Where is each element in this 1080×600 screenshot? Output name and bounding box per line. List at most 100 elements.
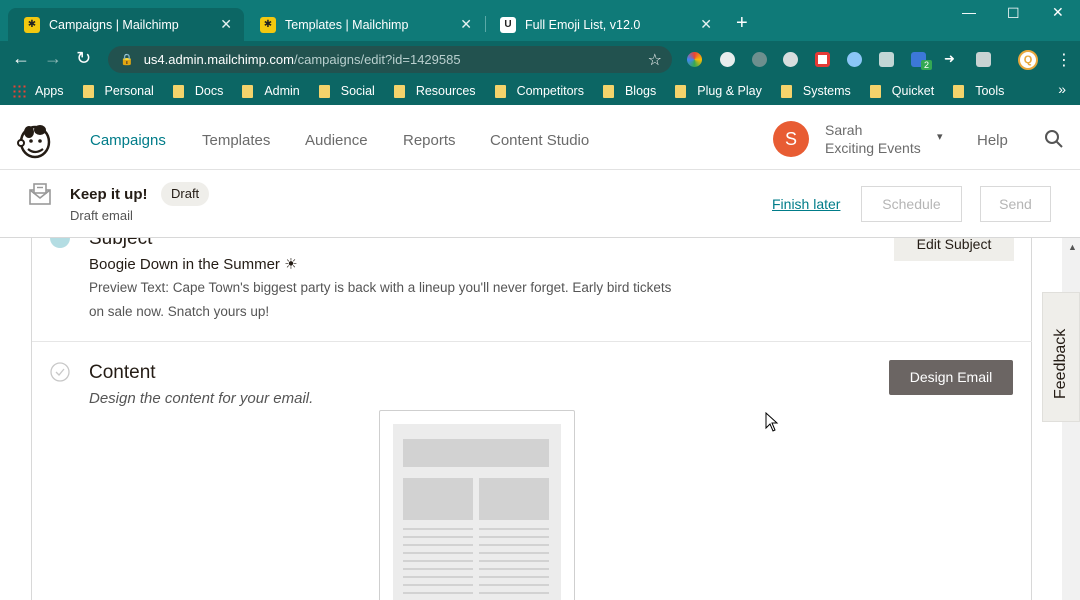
org-name: Exciting Events <box>825 140 921 156</box>
screen-extension-icon[interactable] <box>976 52 991 67</box>
folder-icon <box>494 84 506 98</box>
bookmark-folder[interactable]: Tools <box>953 84 1004 98</box>
nav-reports[interactable]: Reports <box>403 132 456 149</box>
reload-icon[interactable]: ↻ <box>76 49 91 67</box>
tab-templates[interactable]: ✱ Templates | Mailchimp ✕ <box>244 8 484 41</box>
check-circle-icon <box>50 238 70 248</box>
bookmark-folder[interactable]: Competitors <box>494 84 584 98</box>
feedback-label: Feedback <box>1052 328 1069 399</box>
nav-campaigns[interactable]: Campaigns <box>90 132 166 149</box>
account-switcher[interactable]: Sarah Exciting Events <box>825 121 921 157</box>
profile-avatar[interactable]: Q <box>1018 50 1038 70</box>
bookmark-folder[interactable]: Resources <box>393 84 476 98</box>
bookmark-folder[interactable]: Plug & Play <box>675 84 762 98</box>
plus-extension-icon[interactable] <box>815 52 830 67</box>
folder-icon <box>869 84 881 98</box>
bookmark-apps[interactable]: Apps <box>12 84 64 98</box>
cloud-extension-icon[interactable] <box>720 52 735 67</box>
maximize-icon[interactable]: ☐ <box>1007 5 1020 22</box>
nav-content-studio[interactable]: Content Studio <box>490 132 589 149</box>
design-email-button[interactable]: Design Email <box>889 360 1013 395</box>
text-line <box>403 536 473 538</box>
folder-icon <box>82 84 94 98</box>
text-line <box>403 576 473 578</box>
window-close-icon[interactable]: ✕ <box>1052 4 1064 21</box>
bookmark-folder[interactable]: Social <box>318 84 375 98</box>
scroll-up-icon[interactable]: ▲ <box>1068 242 1077 252</box>
address-bar[interactable]: 🔒 us4.admin.mailchimp.com/campaigns/edit… <box>108 46 672 73</box>
schedule-button[interactable]: Schedule <box>861 186 962 222</box>
color-picker-extension-icon[interactable] <box>687 52 702 67</box>
freddie-logo-icon[interactable] <box>16 122 54 160</box>
close-tab-icon[interactable]: ✕ <box>700 16 712 33</box>
checklist-card: Subject Boogie Down in the Summer ☀ Prev… <box>31 238 1032 600</box>
mailchimp-icon: ✱ <box>260 16 276 33</box>
nav-templates[interactable]: Templates <box>202 132 270 149</box>
email-template-preview[interactable] <box>379 410 575 600</box>
close-tab-icon[interactable]: ✕ <box>220 16 232 33</box>
browser-tab-bar: ✱ Campaigns | Mailchimp ✕ ✱ Templates | … <box>0 0 1080 41</box>
content-description: Design the content for your email. <box>89 390 314 407</box>
image-block <box>403 478 473 520</box>
subject-line: Boogie Down in the Summer ☀ <box>89 256 298 273</box>
menu-icon[interactable]: ⋮ <box>1056 50 1072 70</box>
folder-icon <box>172 84 184 98</box>
user-name: Sarah <box>825 122 863 138</box>
text-line <box>403 528 473 530</box>
browser-toolbar: ← → ↻ 🔒 us4.admin.mailchimp.com/campaign… <box>0 41 1080 77</box>
tab-emoji-list[interactable]: U Full Emoji List, v12.0 ✕ <box>484 8 724 41</box>
folder-icon <box>953 84 965 98</box>
text-line <box>403 568 473 570</box>
bookmark-folder[interactable]: Docs <box>172 84 223 98</box>
folder-icon <box>780 84 792 98</box>
check-circle-icon <box>50 362 70 382</box>
search-icon[interactable] <box>1044 129 1064 149</box>
preview-text: Preview Text: Cape Town's biggest party … <box>89 280 672 319</box>
new-tab-icon[interactable]: + <box>736 12 748 35</box>
folder-icon <box>242 84 254 98</box>
finish-later-link[interactable]: Finish later <box>772 196 840 212</box>
tab-campaigns[interactable]: ✱ Campaigns | Mailchimp ✕ <box>8 8 244 41</box>
bookmark-star-icon[interactable]: ☆ <box>648 50 662 70</box>
folder-icon <box>602 84 614 98</box>
send-button[interactable]: Send <box>980 186 1051 222</box>
bookmark-folder[interactable]: Quicket <box>869 84 934 98</box>
more-bookmarks-icon[interactable]: » <box>1058 81 1066 97</box>
bookmark-folder[interactable]: Personal <box>82 84 154 98</box>
bookmark-folder[interactable]: Systems <box>780 84 851 98</box>
mouse-cursor-icon <box>765 412 779 432</box>
chevron-down-icon[interactable]: ▾ <box>937 130 943 143</box>
unicode-icon: U <box>500 16 516 33</box>
text-line <box>479 528 549 530</box>
back-icon[interactable]: ← <box>12 49 30 67</box>
forward-icon[interactable]: → <box>44 49 62 67</box>
nav-audience[interactable]: Audience <box>305 132 368 149</box>
help-link[interactable]: Help <box>977 132 1008 149</box>
template-thumbnail <box>393 424 561 600</box>
folder-icon <box>675 84 687 98</box>
text-line <box>403 584 473 586</box>
apps-grid-icon <box>12 84 26 98</box>
text-line <box>403 560 473 562</box>
feedback-tab[interactable]: Feedback <box>1042 292 1080 422</box>
user-avatar[interactable]: S <box>773 121 809 157</box>
drive-extension-icon[interactable] <box>879 52 894 67</box>
close-tab-icon[interactable]: ✕ <box>460 16 472 33</box>
react-extension-icon[interactable] <box>847 52 862 67</box>
yab-extension-icon[interactable] <box>783 52 798 67</box>
campaign-checklist: Subject Boogie Down in the Summer ☀ Prev… <box>0 238 1042 600</box>
minimize-icon[interactable]: — <box>962 4 976 20</box>
bookmark-folder[interactable]: Admin <box>242 84 300 98</box>
text-line <box>479 560 549 562</box>
arrow-extension-icon[interactable]: ➜ <box>944 52 959 65</box>
edit-subject-button[interactable]: Edit Subject <box>894 238 1014 261</box>
text-line <box>479 544 549 546</box>
lock-icon: 🔒 <box>120 54 134 66</box>
campaign-title[interactable]: Keep it up! <box>70 186 148 203</box>
campaign-type: Draft email <box>70 208 133 223</box>
image-block <box>479 478 549 520</box>
bookmark-folder[interactable]: Blogs <box>602 84 656 98</box>
text-line <box>403 592 473 594</box>
text-line <box>479 552 549 554</box>
extension-icon[interactable] <box>752 52 767 67</box>
